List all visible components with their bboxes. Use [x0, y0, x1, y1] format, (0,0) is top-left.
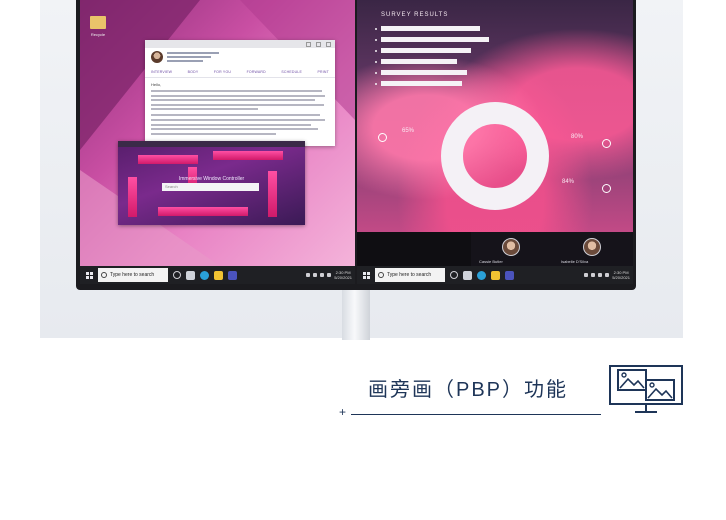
taskbar-search-text: Type here to search [387, 272, 432, 278]
participant-avatar[interactable] [502, 238, 520, 256]
mail-tab[interactable]: BODY [188, 70, 199, 74]
system-tray: 2:30 PM 5/20/2021 [306, 270, 355, 280]
widgets-icon[interactable] [463, 270, 472, 280]
survey-bar [381, 26, 480, 31]
game-title: Immersive Window Controller [178, 176, 245, 182]
feature-headline: 画旁画（PBP）功能 [368, 379, 569, 401]
mail-header [145, 48, 335, 67]
monitor-stand [342, 290, 370, 340]
survey-bar [381, 70, 468, 75]
plus-glyph: + [339, 405, 347, 419]
survey-bar-bullet [375, 60, 377, 63]
mail-tab[interactable]: INTERVIEW [151, 70, 172, 74]
file-explorer-icon[interactable] [491, 270, 500, 280]
task-view-icon[interactable] [450, 271, 458, 279]
brain-icon [378, 133, 387, 142]
file-explorer-icon[interactable] [214, 270, 223, 280]
video-call-strip: Cassie Butler Isabelle D'Silva [357, 232, 633, 266]
survey-bar-bullet [375, 71, 377, 74]
mail-tab[interactable]: FORWARD [247, 70, 266, 74]
sender-info [167, 51, 227, 64]
recycle-bin-icon[interactable] [90, 16, 106, 29]
survey-bar-bullet [375, 82, 377, 85]
mail-tab[interactable]: PRINT [317, 70, 329, 74]
survey-bar [381, 48, 471, 53]
mail-greeting: Hello, [151, 82, 162, 87]
taskbar-search[interactable]: Type here to search [98, 268, 168, 282]
percent-label: 84% [562, 179, 575, 185]
taskbar-search-text: Type here to search [110, 272, 155, 278]
donut-ring [441, 102, 549, 210]
teams-icon[interactable] [228, 270, 237, 280]
sender-avatar [151, 51, 163, 63]
survey-bar-bullet [375, 38, 377, 41]
empty-video-tile [357, 232, 471, 266]
close-icon[interactable] [326, 41, 331, 47]
survey-bar-bullet [375, 27, 377, 30]
task-view-icon[interactable] [173, 271, 181, 279]
mail-body: Hello, [145, 78, 335, 141]
survey-bar [381, 37, 489, 42]
mail-tab[interactable]: SCHEDULE [281, 70, 302, 74]
game-search-input[interactable]: Search [162, 183, 259, 191]
percent-label: 80% [571, 134, 584, 140]
clock-date: 5/20/2021 [334, 275, 352, 280]
survey-bar [381, 59, 457, 64]
survey-bar-bullet [375, 49, 377, 52]
left-taskbar: Type here to search 2:30 PM 5/20/2021 [80, 266, 355, 284]
lightbulb-icon [602, 184, 611, 193]
gear-icon [602, 139, 611, 148]
edge-icon[interactable] [477, 270, 486, 280]
mail-window[interactable]: INTERVIEW BODY FOR YOU FORWARD SCHEDULE … [145, 40, 335, 146]
taskbar-clock[interactable]: 2:30 PM 5/20/2021 [334, 270, 352, 280]
mail-titlebar [145, 40, 335, 48]
survey-title: SURVEY RESULTS [381, 12, 449, 18]
taskbar-clock[interactable]: 2:30 PM 5/20/2021 [612, 270, 630, 280]
system-tray: 2:30 PM 5/20/2021 [584, 270, 633, 280]
survey-bar [381, 81, 462, 86]
widgets-icon[interactable] [186, 270, 195, 280]
right-screen: SURVEY RESULTS 65% 80% 84% Cassie Butler… [357, 0, 633, 284]
pbp-monitor-icon [609, 365, 683, 413]
desktop-icon-label: Recycle [90, 32, 106, 37]
maximize-icon[interactable] [316, 41, 321, 47]
participant-avatar[interactable] [583, 238, 601, 256]
taskbar-search[interactable]: Type here to search [375, 268, 445, 282]
clock-date: 5/20/2021 [612, 275, 630, 280]
mail-tabs: INTERVIEW BODY FOR YOU FORWARD SCHEDULE … [145, 67, 335, 78]
participant-name: Cassie Butler [479, 259, 503, 264]
teams-icon[interactable] [505, 270, 514, 280]
caption-rule [351, 414, 601, 415]
minimize-icon[interactable] [306, 41, 311, 47]
percent-label: 65% [402, 128, 415, 134]
survey-donut-chart [441, 102, 549, 210]
search-icon [378, 272, 384, 278]
windows-start-icon[interactable] [80, 266, 98, 284]
mail-tab[interactable]: FOR YOU [214, 70, 231, 74]
participant-name: Isabelle D'Silva [561, 259, 589, 264]
windows-start-icon[interactable] [357, 266, 375, 284]
search-icon [101, 272, 107, 278]
edge-icon[interactable] [200, 270, 209, 280]
right-taskbar: Type here to search 2:30 PM 5/20/2021 [357, 266, 633, 284]
